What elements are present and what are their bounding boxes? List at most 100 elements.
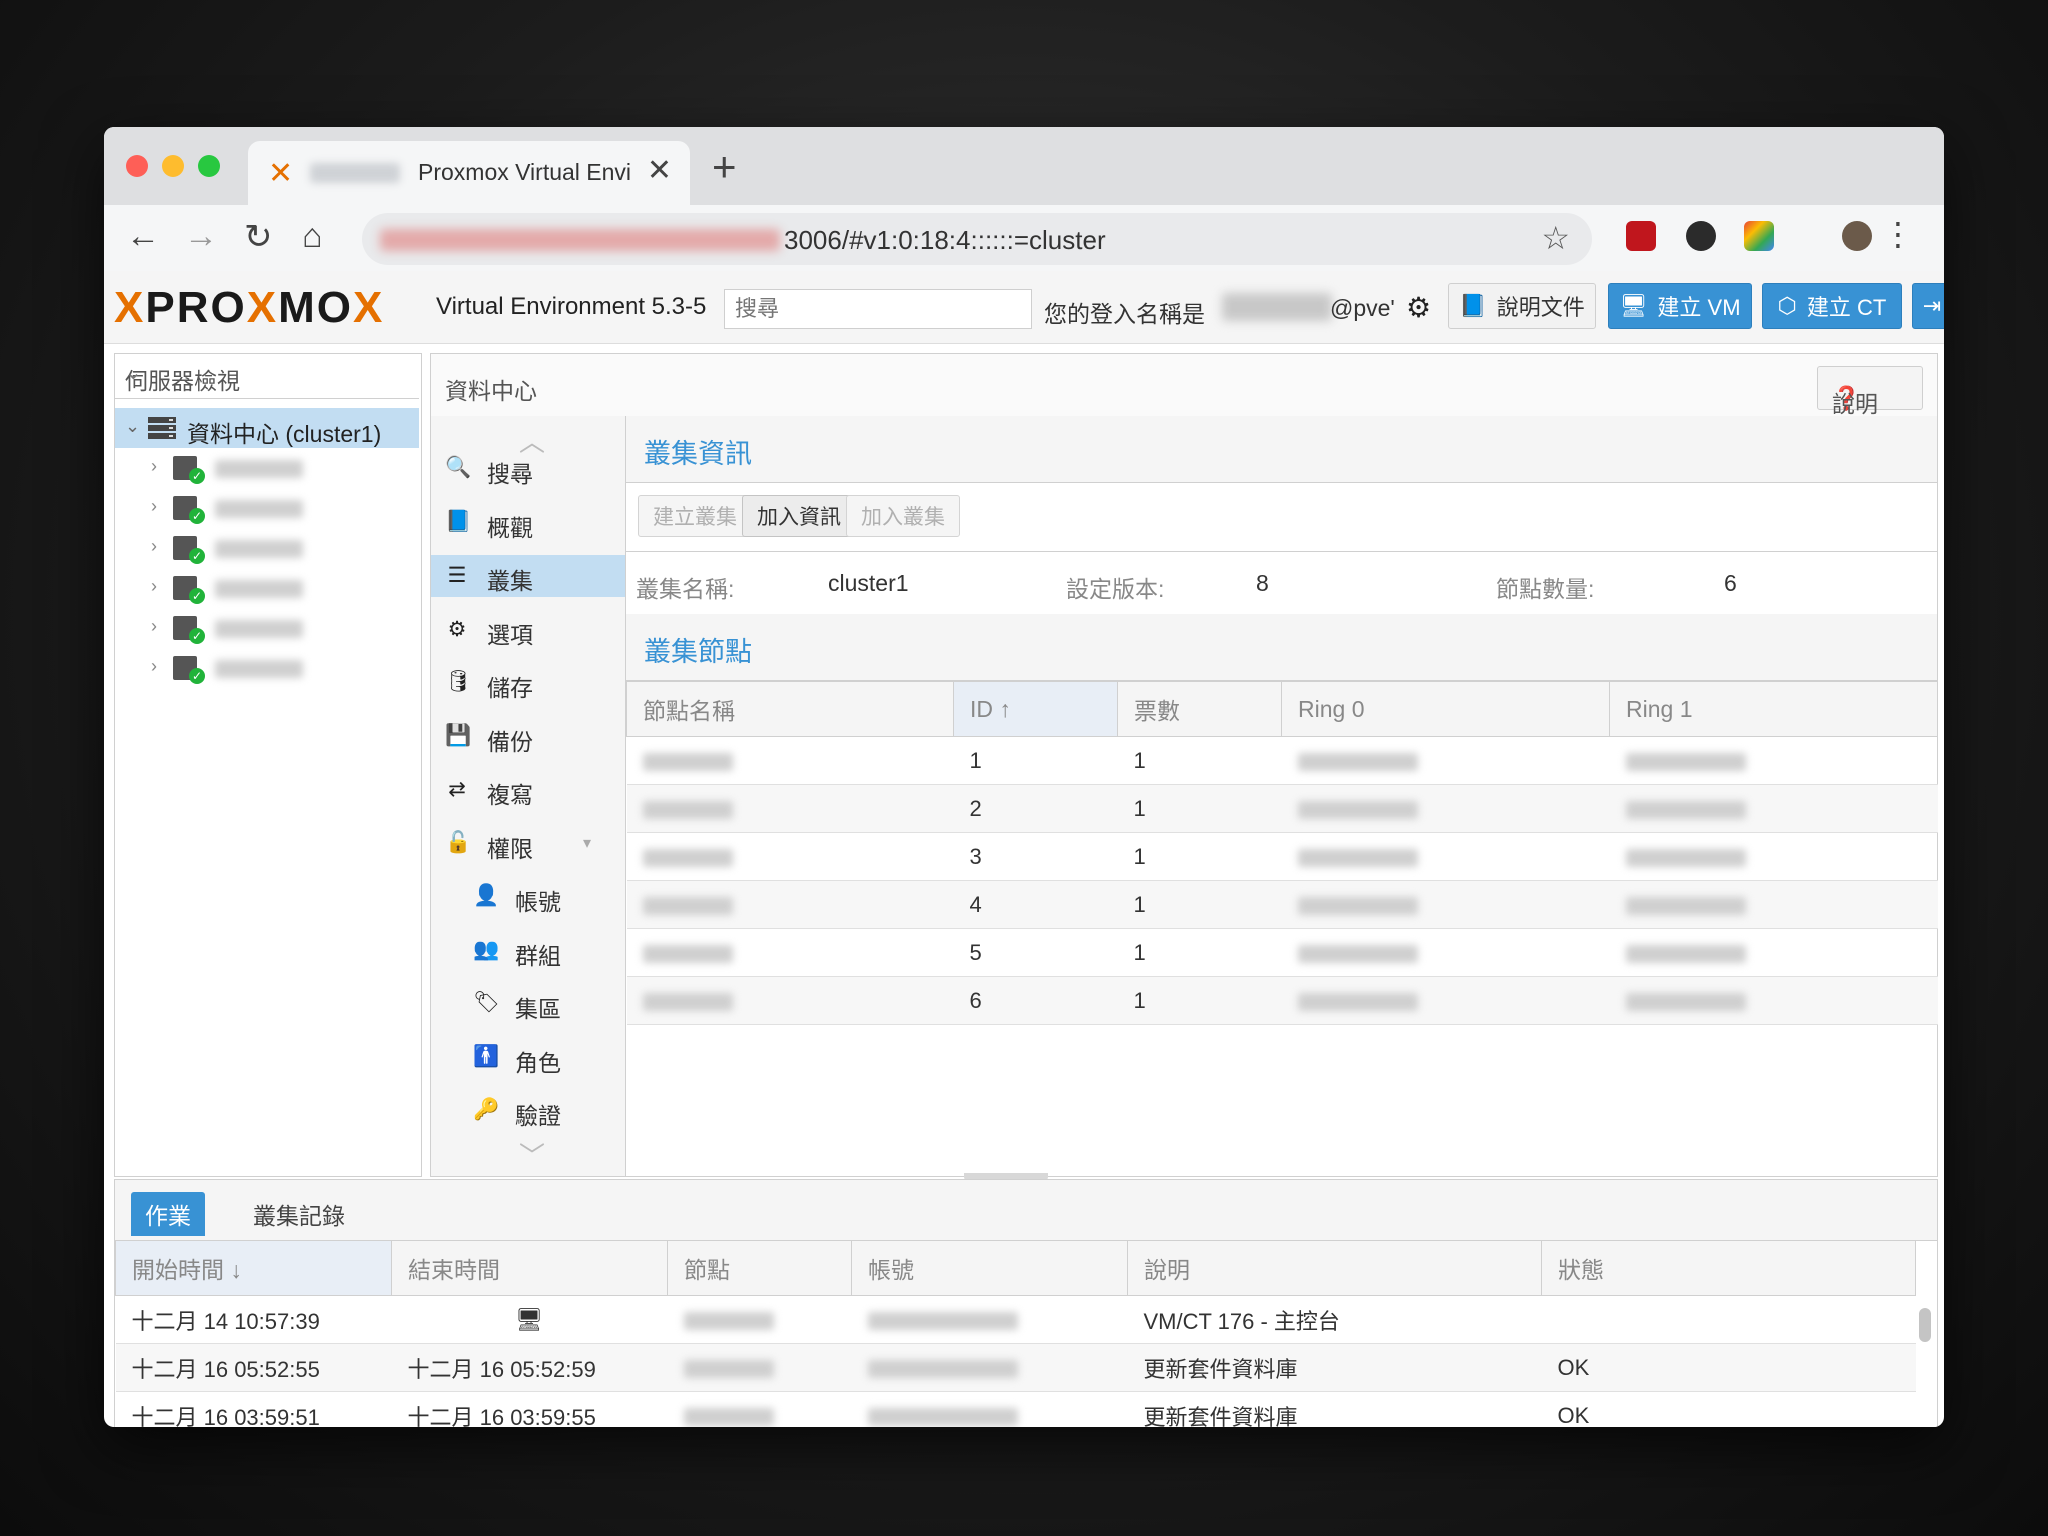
menu-item-8[interactable]: 🔓 權限 ▾: [431, 823, 625, 865]
reload-button[interactable]: ↻: [244, 217, 273, 257]
forward-button[interactable]: →: [184, 217, 218, 256]
extension-icon[interactable]: [1686, 221, 1716, 251]
menu-item-13[interactable]: 🔑 驗證: [431, 1090, 625, 1132]
user-cell: [851, 1295, 1128, 1344]
help-button[interactable]: ❓ 說明: [1817, 366, 1923, 417]
cluster-button-row: 建立叢集 加入資訊 加入叢集: [626, 483, 1937, 552]
redacted-text: [215, 660, 303, 678]
tab-close-icon[interactable]: ✕: [647, 153, 672, 188]
join-cluster-button[interactable]: 加入叢集: [846, 495, 960, 537]
tree-item-datacenter[interactable]: ⌄ 資料中心 (cluster1): [115, 408, 419, 448]
table-row[interactable]: 十二月 16 05:52:55 十二月 16 05:52:59 更新套件資料庫 OK: [115, 1343, 1916, 1392]
column-header[interactable]: 說明: [1127, 1240, 1542, 1296]
menu-item-label: 概觀: [487, 514, 533, 541]
menu-item-7[interactable]: ⇄ 複寫: [431, 769, 625, 811]
column-header[interactable]: ID ↑: [953, 681, 1118, 737]
table-row[interactable]: 21: [626, 784, 1938, 833]
tab-tasks[interactable]: 作業: [131, 1192, 205, 1236]
menu-item-11[interactable]: 🏷 集區: [431, 983, 625, 1025]
menu-item-10[interactable]: 👥 群組: [431, 930, 625, 972]
column-header[interactable]: 狀態: [1541, 1240, 1916, 1296]
tree-item-node[interactable]: › ✓: [115, 648, 419, 688]
menu-item-3[interactable]: ☰ 叢集: [431, 555, 625, 597]
extension-icon[interactable]: [1744, 221, 1774, 251]
column-header[interactable]: 帳號: [851, 1240, 1128, 1296]
node-name-cell: [626, 880, 954, 929]
redacted-text: [642, 992, 733, 1011]
view-select[interactable]: 伺服器檢視 ⌄: [115, 354, 419, 399]
bookmark-star-icon[interactable]: ☆: [1541, 219, 1570, 257]
tab-cluster-log[interactable]: 叢集記錄: [239, 1192, 359, 1236]
profile-avatar[interactable]: [1842, 221, 1872, 251]
chevron-right-icon[interactable]: ›: [151, 496, 157, 517]
menu-item-9[interactable]: 👤 帳號: [431, 876, 625, 918]
column-header[interactable]: Ring 0: [1281, 681, 1610, 737]
chevron-right-icon[interactable]: ›: [151, 536, 157, 557]
tree-item-node[interactable]: › ✓: [115, 448, 419, 488]
menu-item-1[interactable]: 🔍 搜尋: [431, 448, 625, 490]
menu-item-5[interactable]: 🛢 儲存: [431, 662, 625, 704]
minimize-window-button[interactable]: [162, 155, 184, 177]
create-cluster-button[interactable]: 建立叢集: [638, 495, 752, 537]
redacted-text: [1625, 800, 1746, 819]
logout-button[interactable]: ⇥: [1912, 283, 1944, 329]
menu-item-label: 選項: [487, 621, 533, 648]
column-header[interactable]: 結束時間: [391, 1240, 668, 1296]
back-button[interactable]: ←: [126, 217, 160, 256]
column-header[interactable]: Ring 1: [1609, 681, 1938, 737]
section-title: 叢集資訊: [644, 439, 752, 469]
chevron-right-icon[interactable]: ›: [151, 576, 157, 597]
chevron-right-icon[interactable]: ›: [151, 656, 157, 677]
tree-item-node[interactable]: › ✓: [115, 488, 419, 528]
scroll-down-icon[interactable]: ﹀: [519, 1136, 545, 1173]
browser-window: ✕ Proxmox Virtual Envi ✕ + ← → ↻ ⌂ 3006/…: [104, 127, 1944, 1427]
tree-item-node[interactable]: › ✓: [115, 528, 419, 568]
table-row[interactable]: 31: [626, 832, 1938, 881]
menu-item-12[interactable]: 🚹 角色: [431, 1037, 625, 1079]
votes-cell: 1: [1117, 880, 1282, 929]
tags-icon: 🏷: [473, 991, 500, 1014]
gear-icon[interactable]: ⚙: [1406, 291, 1431, 324]
home-button[interactable]: ⌂: [302, 217, 323, 256]
column-header[interactable]: 節點: [667, 1240, 852, 1296]
table-row[interactable]: 61: [626, 976, 1938, 1025]
docs-button[interactable]: 📘 說明文件: [1448, 283, 1596, 329]
redacted-text: [683, 1359, 774, 1378]
zoom-window-button[interactable]: [198, 155, 220, 177]
browser-menu-icon[interactable]: ⋮: [1882, 215, 1914, 253]
config-version-label: 設定版本:: [1066, 576, 1165, 602]
menu-item-4[interactable]: ⚙ 選項: [431, 609, 625, 651]
column-header[interactable]: 節點名稱: [626, 681, 954, 737]
column-header[interactable]: 票數: [1117, 681, 1282, 737]
chevron-right-icon[interactable]: ›: [151, 616, 157, 637]
node-count-value: 6: [1724, 570, 1737, 596]
tree-item-node[interactable]: › ✓: [115, 568, 419, 608]
create-vm-button[interactable]: 🖥 建立 VM: [1608, 283, 1752, 329]
chevron-right-icon[interactable]: ›: [151, 456, 157, 477]
menu-item-6[interactable]: 💾 備份: [431, 716, 625, 758]
address-bar[interactable]: 3006/#v1:0:18:4::::::=cluster ☆: [362, 213, 1592, 265]
scrollbar[interactable]: [1919, 1308, 1931, 1342]
tree-item-node[interactable]: › ✓: [115, 608, 419, 648]
node-id-cell: 2: [953, 784, 1118, 833]
sign-out-icon: ⇥: [1922, 293, 1942, 318]
ublock-extension-icon[interactable]: [1626, 221, 1656, 251]
search-input[interactable]: [724, 289, 1032, 329]
close-window-button[interactable]: [126, 155, 148, 177]
table-row[interactable]: 十二月 16 03:59:51 十二月 16 03:59:55 更新套件資料庫 OK: [115, 1391, 1916, 1427]
browser-tab[interactable]: ✕ Proxmox Virtual Envi ✕: [248, 141, 690, 205]
table-row[interactable]: 十二月 14 10:57:39 🖥 VM/CT 176 - 主控台: [115, 1295, 1916, 1344]
table-row[interactable]: 41: [626, 880, 1938, 929]
table-row[interactable]: 11: [626, 736, 1938, 785]
desktop-icon: 🖥: [1619, 293, 1648, 318]
new-tab-button[interactable]: +: [712, 143, 737, 191]
create-ct-button[interactable]: ⬡ 建立 CT: [1762, 283, 1902, 329]
menu-item-2[interactable]: 📘 概觀: [431, 502, 625, 544]
page-title: 資料中心: [445, 378, 537, 404]
caret-down-icon[interactable]: ▾: [583, 833, 591, 853]
address-url: 3006/#v1:0:18:4::::::=cluster: [784, 225, 1106, 255]
chevron-down-icon[interactable]: ⌄: [125, 416, 140, 437]
table-row[interactable]: 51: [626, 928, 1938, 977]
column-header[interactable]: 開始時間 ↓: [115, 1240, 392, 1296]
join-info-button[interactable]: 加入資訊: [742, 495, 856, 537]
